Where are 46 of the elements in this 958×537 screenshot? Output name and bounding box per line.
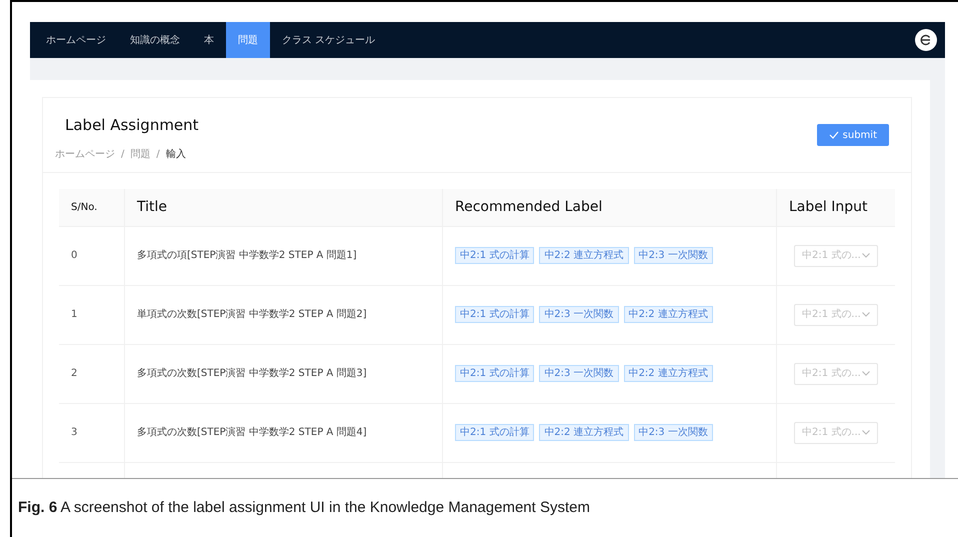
table-cell-text: 1 <box>70 308 78 322</box>
nav-tab[interactable]: 問題 <box>226 22 270 58</box>
breadcrumb-item[interactable]: ホームページ <box>55 146 115 162</box>
nav-tab[interactable]: クラス スケジュール <box>270 22 388 58</box>
label-tag: 中2:2 連立方程式 <box>624 306 713 323</box>
breadcrumb-item[interactable]: 問題 <box>130 146 150 162</box>
label-tag: 中2:2 連立方程式 <box>539 424 629 441</box>
question-title: 多項式の次数[STEP演習 中学数学2 STEP A 問題4] <box>137 426 367 440</box>
column-header: S/No. <box>70 200 98 214</box>
submit-button[interactable]: submit <box>816 124 889 146</box>
chevron-down-icon <box>862 371 870 376</box>
question-title: 多項式の項[STEP演習 中学数学2 STEP A 問題1] <box>137 248 357 263</box>
label-tag: 中2:3 一次関数 <box>539 365 619 382</box>
question-title: 多項式の次数[STEP演習 中学数学2 STEP A 問題3] <box>137 366 367 381</box>
label-tag: 中2:3 一次関数 <box>539 306 619 323</box>
column-header: Label Input <box>776 188 895 226</box>
label-select[interactable]: 中2:1 式の... <box>794 304 878 326</box>
question-title: 単項式の次数[STEP演習 中学数学2 STEP A 問題2] <box>137 308 367 322</box>
nav-tab[interactable]: 本 <box>192 22 226 58</box>
label-tag: 中2:2 連立方程式 <box>539 247 629 264</box>
breadcrumb-separator: / <box>156 148 160 162</box>
column-header: Recommended Label <box>442 188 776 226</box>
label-tag: 中2:1 式の計算 <box>455 306 534 323</box>
checkmark-icon <box>828 131 839 139</box>
label-tag: 中2:1 式の計算 <box>455 365 534 382</box>
label-tag: 中2:1 式の計算 <box>455 424 534 441</box>
nav-tab[interactable]: ホームページ <box>34 22 118 58</box>
label-select[interactable]: 中2:1 式の... <box>794 244 878 266</box>
breadcrumb-separator: / <box>121 148 124 162</box>
label-tag: 中2:3 一次関数 <box>634 247 713 264</box>
table-cell-text: 2 <box>70 367 78 381</box>
label-tag: 中2:2 連立方程式 <box>624 365 713 382</box>
nav-tab[interactable]: 知識の概念 <box>118 22 192 58</box>
page-title: Label Assignment <box>65 115 199 136</box>
chevron-down-icon <box>862 253 870 258</box>
label-select[interactable]: 中2:1 式の... <box>794 422 878 444</box>
column-header: Title <box>124 188 442 226</box>
label-tag: 中2:1 式の計算 <box>455 247 534 264</box>
figure-caption: Fig. 6 A screenshot of the label assignment UI in the Knowledge Management System <box>18 498 590 518</box>
chevron-down-icon <box>862 430 870 435</box>
label-tag: 中2:3 一次関数 <box>634 424 713 441</box>
table-cell-text: 0 <box>70 249 78 263</box>
table-cell-text: 3 <box>70 426 78 440</box>
label-select[interactable]: 中2:1 式の... <box>794 362 878 384</box>
breadcrumb-item: 輸入 <box>166 148 186 162</box>
chevron-down-icon <box>862 312 870 317</box>
